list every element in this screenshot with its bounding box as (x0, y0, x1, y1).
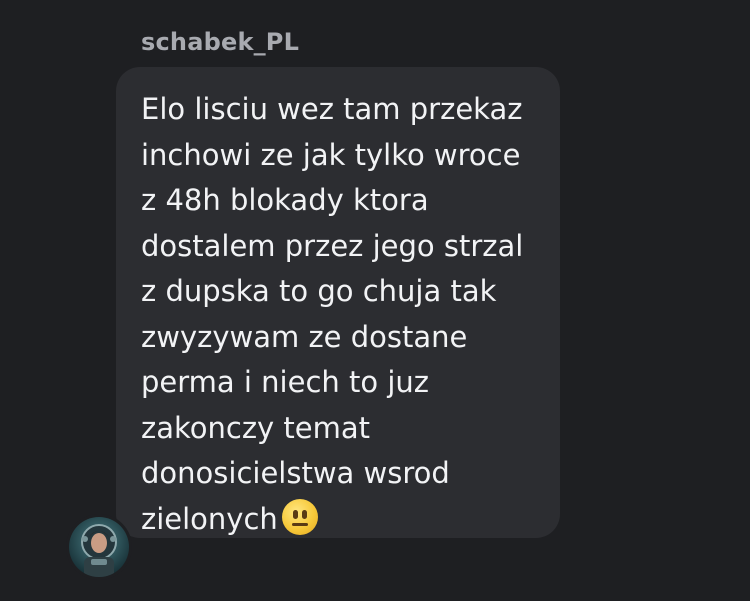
message-line-2: inchowi ze jak tylko wroce (141, 137, 521, 172)
message-line-4: dostalem przez jego strzal (141, 228, 524, 263)
message-line-9: donosicielstwa wsrod (141, 456, 450, 490)
avatar[interactable] (66, 514, 132, 580)
sender-name[interactable]: schabek_PL (141, 28, 299, 56)
message-line-8: zakonczy temat (141, 410, 371, 445)
neutral-face-emoji-icon (281, 498, 318, 535)
message-line-5: z dupska to go chuja tak (141, 274, 497, 308)
message-line-10-text: zielonych (141, 501, 278, 536)
message-line-1: Elo lisciu wez tam przekaz (141, 92, 523, 126)
message-line-10: zielonych (141, 497, 536, 543)
message-bubble[interactable]: Elo lisciu wez tam przekaz inchowi ze ja… (116, 67, 560, 538)
astronaut-avatar-icon (69, 517, 129, 577)
message-line-7: perma i niech to juz (141, 365, 429, 399)
message-line-3: z 48h blokady ktora (141, 183, 429, 217)
message-line-6: zwyzywam ze dostane (141, 319, 468, 354)
chat-view: schabek_PL Elo lisciu wez tam przekaz in… (0, 0, 750, 601)
